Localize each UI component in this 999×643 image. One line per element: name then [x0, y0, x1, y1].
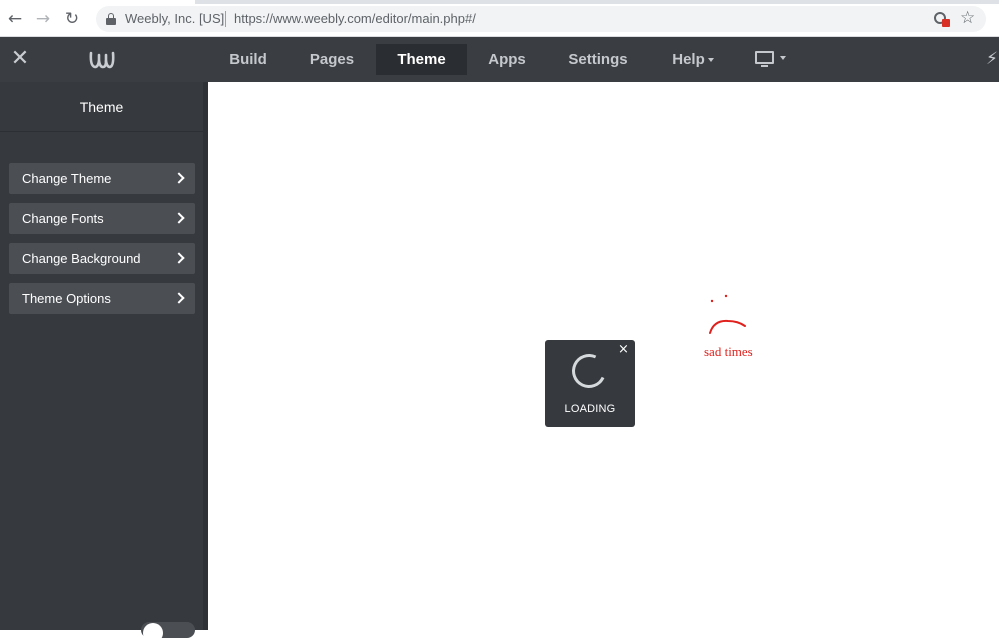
translate-blocked-icon[interactable]	[934, 11, 950, 27]
tab-build[interactable]: Build	[216, 44, 280, 75]
change-background-label: Change Background	[22, 251, 141, 266]
sidebar-divider	[0, 131, 208, 132]
change-background-button[interactable]: Change Background	[9, 243, 195, 274]
chevron-right-icon	[173, 292, 185, 304]
tab-help-label: Help	[672, 51, 705, 68]
chevron-right-icon	[173, 252, 185, 264]
tab-theme[interactable]: Theme	[376, 44, 467, 75]
loading-dialog: × LOADING	[545, 340, 635, 427]
toggle-knob	[143, 623, 163, 643]
sidebar-title: Theme	[79, 99, 124, 115]
theme-options-button[interactable]: Theme Options	[9, 283, 195, 314]
annotation-text: sad times	[704, 344, 753, 359]
back-icon[interactable]: ←	[5, 9, 25, 29]
device-preview-icon[interactable]	[755, 51, 786, 69]
editor-top-nav: ✕ Build Pages Theme Apps Settings Help ⚡	[0, 37, 999, 82]
chevron-right-icon	[173, 212, 185, 224]
tab-strip	[0, 0, 999, 4]
lightning-icon[interactable]: ⚡	[986, 49, 998, 69]
url-host: https://www.weebly.com	[234, 11, 372, 26]
tab-help[interactable]: Help	[662, 44, 724, 75]
close-icon[interactable]: ✕	[9, 48, 31, 70]
change-theme-label: Change Theme	[22, 171, 112, 186]
sad-face-drawing	[709, 294, 746, 334]
loading-label: LOADING	[564, 403, 616, 415]
bookmark-star-icon[interactable]: ☆	[960, 8, 975, 28]
change-fonts-button[interactable]: Change Fonts	[9, 203, 195, 234]
tab-settings[interactable]: Settings	[558, 44, 638, 75]
url-path: /editor/main.php#/	[371, 11, 476, 26]
tab-pages[interactable]: Pages	[299, 44, 365, 75]
tab-apps[interactable]: Apps	[476, 44, 538, 75]
active-tab[interactable]	[0, 0, 195, 4]
url-text[interactable]: https://www.weebly.com/editor/main.php#/	[234, 11, 476, 26]
site-identity[interactable]: Weebly, Inc. [US]	[125, 11, 224, 26]
address-bar[interactable]: Weebly, Inc. [US] https://www.weebly.com…	[96, 6, 986, 32]
spinner-icon	[567, 349, 611, 393]
theme-options-label: Theme Options	[22, 291, 111, 306]
address-divider	[225, 11, 226, 27]
reload-icon[interactable]: ↻	[62, 9, 82, 29]
change-theme-button[interactable]: Change Theme	[9, 163, 195, 194]
theme-sidebar: Theme Change Theme Change Fonts Change B…	[0, 82, 208, 643]
change-fonts-label: Change Fonts	[22, 211, 104, 226]
weebly-logo[interactable]	[89, 50, 115, 70]
close-icon[interactable]: ×	[618, 342, 629, 357]
lock-icon[interactable]	[106, 13, 116, 25]
chevron-down-icon	[707, 58, 714, 63]
forward-icon[interactable]: →	[33, 9, 53, 29]
chevron-right-icon	[173, 172, 185, 184]
browser-toolbar: ← → ↻ Weebly, Inc. [US] https://www.weeb…	[0, 0, 999, 37]
sidebar-toggle[interactable]	[141, 622, 195, 643]
